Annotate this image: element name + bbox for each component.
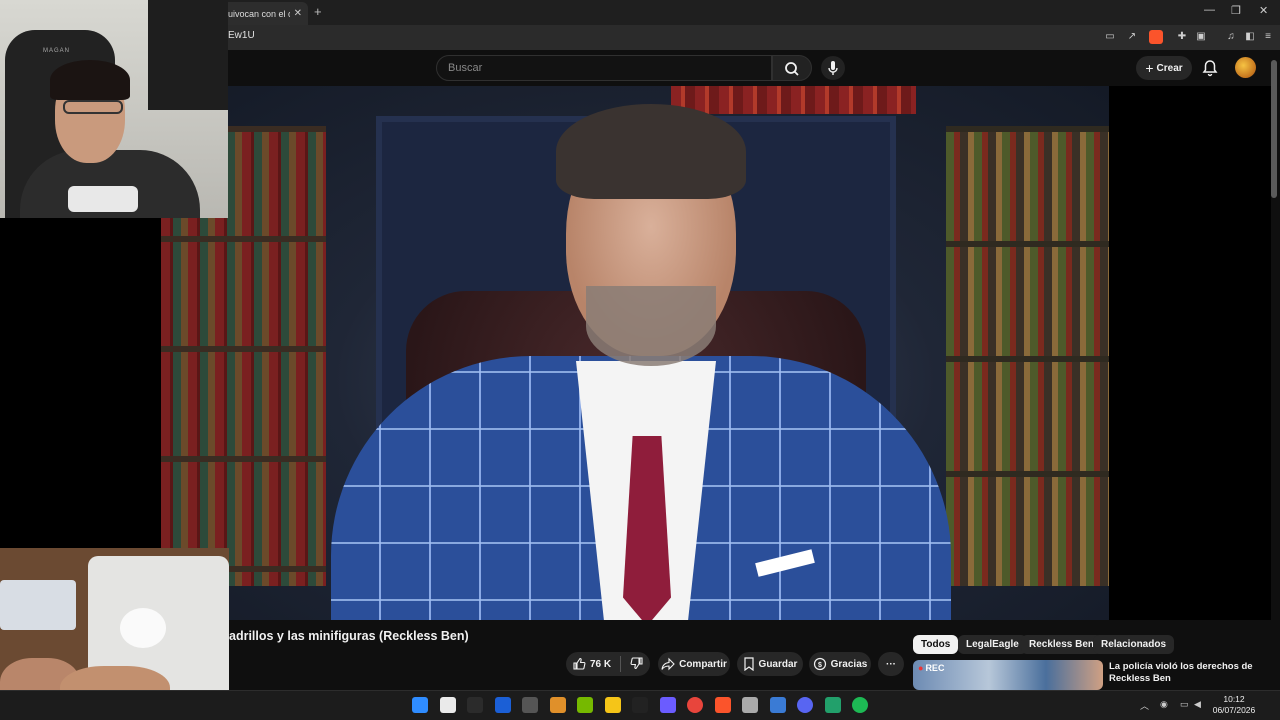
- dislike-button[interactable]: [630, 656, 644, 673]
- sidebar-icon[interactable]: ◧: [1244, 31, 1256, 43]
- streamer-glasses: [63, 100, 123, 114]
- bookmark-icon: [743, 657, 754, 671]
- extensions-icon[interactable]: ✚: [1176, 31, 1188, 43]
- share-label: Compartir: [679, 658, 727, 670]
- browser-tab[interactable]: uivocan con el ca ✕: [222, 2, 308, 25]
- clock-date: 06/07/2026: [1212, 705, 1256, 715]
- share-page-icon[interactable]: ↗: [1126, 31, 1138, 43]
- game-icon[interactable]: [742, 697, 758, 713]
- vpn-icon[interactable]: [659, 697, 676, 713]
- minimize-button[interactable]: —: [1204, 4, 1215, 16]
- streamer-hair: [50, 60, 130, 100]
- top-books: [671, 86, 916, 114]
- save-label: Guardar: [758, 658, 798, 670]
- page-scrollbar[interactable]: [1271, 60, 1277, 198]
- volume-icon[interactable]: ◀: [1194, 699, 1201, 710]
- like-count: 76 K: [590, 658, 612, 670]
- word-icon[interactable]: [494, 697, 511, 713]
- search-button[interactable]: [772, 55, 812, 81]
- brave-browser-icon[interactable]: [714, 697, 731, 713]
- notifications-button[interactable]: [1200, 58, 1220, 78]
- super-thanks-icon: $: [813, 657, 826, 671]
- video-player[interactable]: [161, 86, 1109, 620]
- video-title: adrillos y las minifiguras (Reckless Ben…: [229, 629, 469, 643]
- mic-icon: [828, 61, 838, 75]
- brave-shield-icon[interactable]: [1149, 30, 1163, 44]
- terminal-icon[interactable]: [467, 697, 483, 713]
- video-letterbox-right: [1109, 86, 1271, 620]
- presenter-hair: [556, 104, 746, 199]
- like-button[interactable]: 76 K: [572, 657, 611, 671]
- network-icon[interactable]: ▭: [1180, 699, 1189, 710]
- tab-close-icon[interactable]: ✕: [294, 8, 302, 19]
- mouse: [120, 608, 166, 648]
- tray-chevron-icon[interactable]: ︿: [1140, 699, 1149, 712]
- clock-time: 10:12: [1223, 694, 1245, 704]
- left-black-area: [0, 218, 161, 548]
- cam-background-monitor: [148, 0, 228, 110]
- steam-icon[interactable]: [769, 697, 786, 713]
- create-label: Crear: [1156, 62, 1183, 74]
- menu-icon[interactable]: ≡: [1262, 31, 1274, 43]
- thumbs-down-icon: [630, 656, 643, 669]
- start-icon[interactable]: [412, 697, 428, 713]
- svg-text:$: $: [818, 662, 822, 669]
- chip-relacionados[interactable]: Relacionados: [1093, 635, 1175, 654]
- chip-legaleagle[interactable]: LegalEagle: [958, 635, 1027, 654]
- like-divider: [620, 656, 622, 672]
- close-window-button[interactable]: ✕: [1259, 4, 1268, 17]
- presenter-beard: [586, 286, 716, 366]
- chair-logo: MAGAN: [43, 48, 71, 54]
- keyboard: [0, 580, 76, 630]
- wallet-icon[interactable]: ▣: [1195, 31, 1207, 43]
- taskbar-clock[interactable]: 10:12 06/07/2026: [1212, 694, 1256, 716]
- webcam-overlay: MAGAN: [0, 0, 228, 218]
- recommendation-title[interactable]: La policía violó los derechos de Reckles…: [1109, 661, 1269, 685]
- music-icon[interactable]: ♫: [1225, 31, 1237, 43]
- explorer-icon[interactable]: [604, 697, 621, 713]
- brave-icon[interactable]: [549, 697, 566, 713]
- microphone: [68, 186, 138, 212]
- more-actions-button[interactable]: ···: [878, 652, 904, 676]
- url-text[interactable]: Ew1U: [228, 30, 255, 41]
- bell-icon: [1202, 60, 1218, 77]
- share-icon: [661, 657, 675, 671]
- chrome-icon[interactable]: [687, 697, 703, 713]
- recommendation-thumbnail[interactable]: REC: [913, 660, 1103, 690]
- cast-icon[interactable]: ▭: [1104, 31, 1116, 43]
- create-button[interactable]: + Crear: [1136, 56, 1192, 80]
- thanks-label: Gracias: [830, 658, 868, 670]
- nvidia-icon[interactable]: [577, 697, 593, 713]
- save-button[interactable]: Guardar: [737, 652, 803, 676]
- tab-title: uivocan con el ca: [228, 8, 290, 19]
- plus-icon: +: [1145, 60, 1154, 76]
- settings-icon[interactable]: [522, 697, 538, 713]
- thanks-button[interactable]: $ Gracias: [809, 652, 871, 676]
- new-tab-button[interactable]: +: [314, 4, 322, 19]
- search-input[interactable]: Buscar: [436, 55, 772, 81]
- bookshelf-right: [946, 126, 1109, 586]
- thumbs-up-icon: [573, 657, 586, 670]
- rec-badge: REC: [918, 663, 944, 673]
- like-dislike-group: 76 K: [566, 652, 650, 676]
- epic-icon[interactable]: [632, 697, 648, 713]
- voice-search-button[interactable]: [821, 56, 845, 80]
- app-icon[interactable]: [824, 697, 841, 713]
- avatar[interactable]: [1235, 57, 1256, 78]
- chip-todos[interactable]: Todos: [913, 635, 959, 654]
- maximize-button[interactable]: ❐: [1231, 4, 1241, 17]
- tray-security-icon[interactable]: ◉: [1160, 699, 1168, 710]
- discord-icon[interactable]: [797, 697, 813, 713]
- search-icon: [785, 62, 799, 76]
- search-icon[interactable]: [439, 697, 456, 713]
- share-button[interactable]: Compartir: [658, 652, 730, 676]
- chip-reckless-ben[interactable]: Reckless Ben: [1021, 635, 1103, 654]
- spotify-icon[interactable]: [852, 697, 868, 713]
